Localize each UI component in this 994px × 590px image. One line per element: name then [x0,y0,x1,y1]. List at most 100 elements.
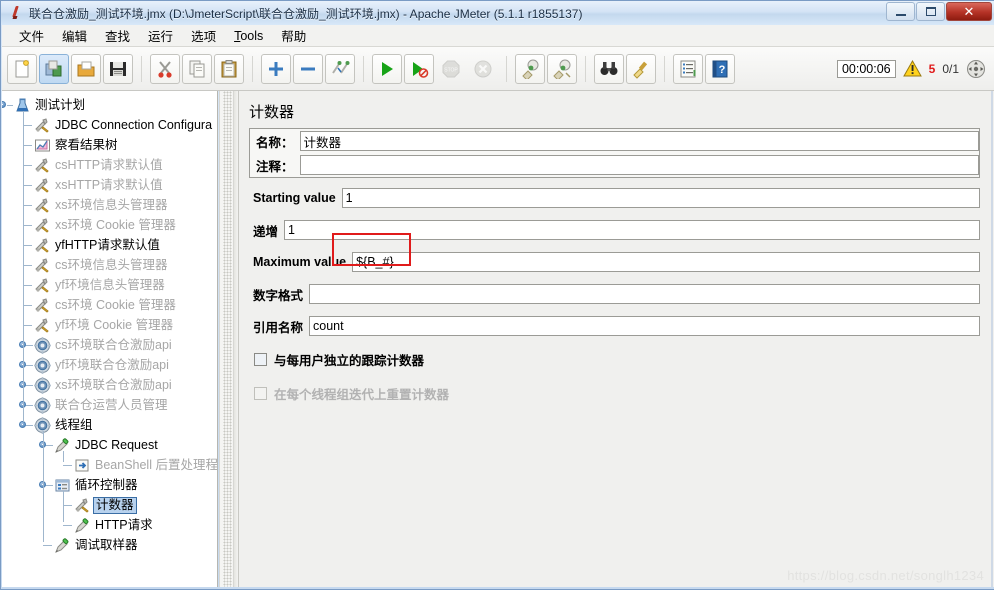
watermark-text: https://blog.csdn.net/songlh1234 [787,568,984,583]
start-no-pauses-button[interactable] [404,53,434,84]
menu-search[interactable]: 查找 [96,24,139,47]
comment-row: 注释： [250,153,979,177]
jmeter-window: 联合仓激励_测试环境.jmx (D:\JmeterScript\联合仓激励_测试… [0,0,994,590]
checkbox-per-user-label: 与每用户独立的跟踪计数器 [274,353,425,368]
minimize-button[interactable] [886,2,915,21]
tree-node-http-request[interactable]: HTTP请求 [2,515,217,535]
tree-node-loop-controller[interactable]: 循环控制器 [2,475,217,495]
tree-node-cs-thread-group[interactable]: cs环境联合仓激励api [2,335,217,355]
tree-node-xs-thread-group[interactable]: xs环境联合仓激励api [2,375,217,395]
tree-node-xs-cookie-manager[interactable]: xs环境 Cookie 管理器 [2,215,217,235]
tree-node-view-results-tree[interactable]: 察看结果树 [2,135,217,155]
binoculars-search-button[interactable] [594,53,624,84]
tree-node-yf-http-request-defaults[interactable]: yfHTTP请求默认值 [2,235,217,255]
tree-node-cs-cookie-manager[interactable]: cs环境 Cookie 管理器 [2,295,217,315]
tree-node-yf-header-manager[interactable]: yf环境信息头管理器 [2,275,217,295]
tree-connector-line [63,525,72,526]
expand-arrows-icon [967,59,985,78]
starting-value-label: Starting value [253,191,336,205]
tree-node-beanshell-post-processor[interactable]: BeanShell 后置处理程 [2,455,217,475]
reset-search-button[interactable] [626,53,656,84]
tree-node-yf-thread-group[interactable]: yf环境联合仓激励api [2,355,217,375]
tree-node-jdbc-request[interactable]: JDBC Request [2,435,217,455]
config-element-icon [34,257,51,274]
config-element-icon [34,197,51,214]
paste-button[interactable] [214,53,244,84]
tree-node-yf-cookie-manager[interactable]: yf环境 Cookie 管理器 [2,315,217,335]
cut-button[interactable] [150,53,180,84]
number-format-input[interactable] [309,284,980,304]
maximum-value-row: Maximum value [249,250,980,274]
help-button[interactable]: ? [705,53,735,84]
reference-name-input[interactable] [309,316,980,336]
clear-all-button[interactable] [547,53,577,84]
tree-expander-knob[interactable] [2,101,6,108]
checkbox-reset-on-each-iteration: 在每个线程组迭代上重置计数器 [249,380,980,406]
tree-connector-line [43,545,52,546]
tree-expander-knob[interactable] [19,421,26,428]
svg-text:?: ? [719,64,726,76]
tree-node-xs-http-request-defaults[interactable]: xsHTTP请求默认值 [2,175,217,195]
increment-label: 递增 [253,224,279,239]
stop-button[interactable]: STOP [436,54,466,84]
start-button[interactable] [372,53,402,84]
tree-node-cs-header-manager[interactable]: cs环境信息头管理器 [2,255,217,275]
tree-node-operations-thread-group[interactable]: 联合仓运营人员管理 [2,395,217,415]
menu-file[interactable]: 文件 [10,24,53,47]
tree-connector-line [23,285,32,286]
expand-all-button[interactable] [261,53,291,84]
toolbar: STOP ? 00:00:06 5 0/1 [2,47,994,91]
close-button[interactable]: ✕ [946,2,992,21]
tree-node-jdbc-connection-configuration[interactable]: JDBC Connection Configura [2,115,217,135]
tree-connector-line [63,465,72,466]
title-bar: 联合仓激励_测试环境.jmx (D:\JmeterScript\联合仓激励_测试… [1,1,994,25]
increment-input[interactable] [284,220,980,240]
tree-node-label: JDBC Request [75,438,158,452]
config-element-icon [34,177,51,194]
shutdown-button[interactable] [468,54,498,84]
tree-node-counter[interactable]: 计数器 [2,495,217,515]
menu-tools[interactable]: Tools [225,27,272,45]
comment-input[interactable] [299,155,979,175]
menu-edit[interactable]: 编辑 [53,24,96,47]
window-right-edge [991,91,993,589]
save-button[interactable] [103,53,133,84]
tree-vertical-scrollbar[interactable] [219,91,234,589]
tree-node-xs-header-manager[interactable]: xs环境信息头管理器 [2,195,217,215]
tree-node-label: 察看结果树 [55,138,118,152]
toggle-pins-button[interactable] [325,53,355,84]
test-plan-tree[interactable]: 测试计划 JDBC Connection Configura 察看结果树 csHTTP… [2,91,218,589]
maximum-value-input[interactable] [352,252,980,272]
tree-trunk-line [63,451,64,462]
open-folder-button[interactable] [71,53,101,84]
svg-text:STOP: STOP [444,67,458,73]
menu-options[interactable]: 选项 [182,24,225,47]
tree-connector-line [47,485,53,486]
clear-button[interactable] [515,53,545,84]
elapsed-timer: 00:00:06 [836,59,896,78]
tree-connector-line [23,245,32,246]
tree-connector-line [27,405,33,406]
tree-node-debug-sampler[interactable]: 调试取样器 [2,535,217,555]
checkbox-per-user[interactable]: 与每用户独立的跟踪计数器 [249,346,980,372]
number-format-label: 数字格式 [253,288,304,303]
tree-connector-line [47,445,53,446]
tree-node-test-plan[interactable]: 测试计划 [2,95,217,115]
checkbox-reset-box [254,386,267,400]
name-input[interactable] [299,131,979,151]
maximize-button[interactable] [916,2,945,21]
menu-help[interactable]: 帮助 [272,24,315,47]
starting-value-input[interactable] [341,188,980,208]
menu-run[interactable]: 运行 [139,24,182,47]
copy-button[interactable] [182,53,212,84]
tree-node-cs-http-request-defaults[interactable]: csHTTP请求默认值 [2,155,217,175]
config-element-icon [34,297,51,314]
tree-connector-line [63,505,72,506]
templates-button[interactable] [39,53,69,84]
reference-name-row: 引用名称 [249,314,980,338]
collapse-all-button[interactable] [293,53,323,84]
tree-node-thread-group[interactable]: 线程组 [2,415,217,435]
function-helper-button[interactable] [673,53,703,84]
new-button[interactable] [7,53,37,84]
checkbox-per-user-box[interactable] [254,352,267,366]
